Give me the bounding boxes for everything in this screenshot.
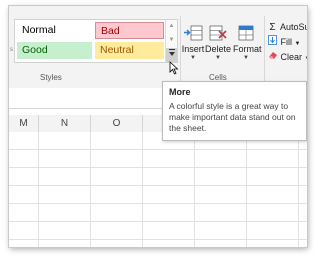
delete-button[interactable]: Delete ▼ <box>205 24 231 62</box>
styles-group-label: Styles <box>40 73 62 82</box>
editing-group: Σ AutoSu Fill ▼ Clear ▼ <box>267 20 307 65</box>
style-neutral[interactable]: Neutral <box>95 42 164 59</box>
tooltip-title: More <box>169 87 191 97</box>
chevron-down-icon: ▼ <box>215 55 221 61</box>
clear-button[interactable]: Clear ▼ <box>267 50 307 65</box>
insert-cells-icon <box>184 25 203 41</box>
format-cells-icon <box>238 25 254 41</box>
worksheet-grid[interactable] <box>9 132 307 247</box>
column-header-o[interactable]: O <box>91 115 143 132</box>
column-header-m[interactable]: M <box>9 115 39 132</box>
delete-label: Delete <box>205 44 232 54</box>
more-dropdown-icon <box>168 49 175 56</box>
cell-styles-gallery: Normal Bad Good Neutral ▲ ▼ <box>14 19 178 63</box>
gallery-more-button[interactable] <box>166 48 177 62</box>
style-good[interactable]: Good <box>17 42 92 59</box>
format-button[interactable]: Format ▼ <box>233 24 262 62</box>
gallery-scroll-up-button[interactable]: ▲ <box>166 20 177 33</box>
chevron-down-icon: ▼ <box>294 41 301 47</box>
sigma-icon: Σ <box>269 22 276 33</box>
chevron-down-icon: ▼ <box>305 56 307 62</box>
fill-down-arrow-icon <box>267 35 278 50</box>
gallery-scroll-down-button[interactable]: ▼ <box>166 34 177 47</box>
gallery-scroll: ▲ ▼ <box>165 20 177 62</box>
style-bad[interactable]: Bad <box>95 22 164 39</box>
column-header-n[interactable]: N <box>39 115 91 132</box>
mouse-pointer-icon <box>169 61 179 75</box>
insert-label: Insert <box>181 44 205 54</box>
group-divider <box>264 16 265 82</box>
eraser-icon <box>267 50 278 65</box>
clear-label: Clear <box>280 52 303 62</box>
chevron-down-icon: ▼ <box>243 55 249 61</box>
tooltip-body: A colorful style is a great way to make … <box>169 101 296 133</box>
style-normal[interactable]: Normal <box>17 22 92 39</box>
group-scroll-marker: s <box>10 47 13 53</box>
fill-button[interactable]: Fill ▼ <box>267 35 307 50</box>
ribbon: s Normal Bad Good Neutral ▲ ▼ Styles Ins… <box>9 6 307 89</box>
format-label: Format <box>233 44 262 54</box>
autosum-label: AutoSu <box>280 22 307 32</box>
fill-label: Fill <box>280 37 293 47</box>
autosum-button[interactable]: Σ AutoSu <box>267 20 307 35</box>
chevron-down-icon: ▼ <box>190 55 196 61</box>
insert-button[interactable]: Insert ▼ <box>180 24 206 62</box>
delete-cells-icon <box>209 25 227 41</box>
more-tooltip: More A colorful style is a great way to … <box>162 81 307 141</box>
excel-window: s Normal Bad Good Neutral ▲ ▼ Styles Ins… <box>9 6 307 247</box>
